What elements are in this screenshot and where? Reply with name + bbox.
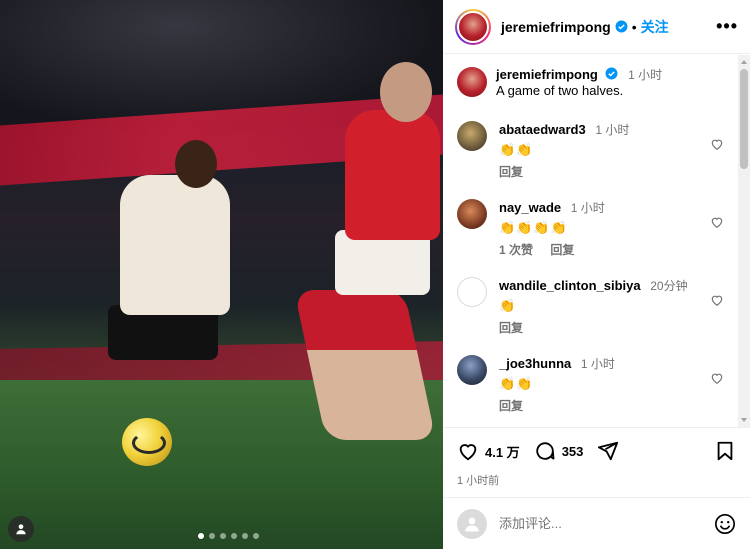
- commenter-avatar[interactable]: [457, 277, 487, 307]
- player-left: [120, 175, 230, 315]
- comment-like-icon[interactable]: [710, 215, 724, 229]
- player-left-head: [175, 140, 217, 188]
- reply-button[interactable]: 回复: [499, 165, 523, 179]
- football: [122, 418, 172, 466]
- comment-item: wandile_clinton_sibiya 20分钟 👏 回复: [457, 277, 724, 355]
- add-comment-bar: [443, 497, 750, 549]
- follow-button[interactable]: 关注: [641, 17, 669, 37]
- comment-username[interactable]: wandile_clinton_sibiya: [499, 278, 641, 293]
- post-header: jeremiefrimpong • 关注 •••: [443, 0, 750, 54]
- comment-item: abataedward3 1 小时 👏👏 回复: [457, 121, 724, 199]
- comment-time: 1 小时: [595, 123, 630, 137]
- carousel-dot: [198, 533, 204, 539]
- like-heart-icon[interactable]: [457, 440, 479, 462]
- post-caption: jeremiefrimpong 1 小时 A game of two halve…: [457, 55, 724, 121]
- likes-count[interactable]: 4.1 万: [485, 442, 520, 461]
- caption-username[interactable]: jeremiefrimpong: [496, 67, 598, 82]
- commenter-avatar[interactable]: [457, 355, 487, 385]
- comment-item: nay_wade 1 小时 👏👏👏👏 1 次赞 回复: [457, 199, 724, 277]
- comment-bubble-icon[interactable]: [534, 440, 556, 462]
- user-icon: [465, 517, 479, 531]
- scrollbar-thumb[interactable]: [740, 69, 748, 169]
- current-user-avatar: [457, 508, 487, 539]
- carousel-dot: [209, 533, 215, 539]
- share-send-icon[interactable]: [597, 440, 619, 462]
- comment-likes-count[interactable]: 1 次赞: [499, 243, 533, 257]
- comments-scrollbar[interactable]: [738, 55, 750, 427]
- post-time: 1 小时前: [457, 475, 500, 487]
- bookmark-icon[interactable]: [714, 440, 736, 462]
- tagged-users-button[interactable]: [8, 516, 34, 542]
- player-right: [345, 110, 440, 240]
- verified-badge-icon: [615, 20, 628, 33]
- post-photo[interactable]: [0, 0, 443, 549]
- user-icon: [16, 524, 26, 535]
- scroll-up-icon[interactable]: [741, 60, 747, 64]
- carousel-dot: [253, 533, 259, 539]
- comment-input[interactable]: [499, 516, 699, 531]
- post-actions: 4.1 万 353 1 小时前: [443, 427, 750, 497]
- comment-username[interactable]: nay_wade: [499, 200, 561, 215]
- caption-time: 1 小时: [628, 68, 663, 82]
- scroll-down-icon[interactable]: [741, 418, 747, 422]
- author-avatar[interactable]: [455, 8, 491, 45]
- emoji-picker-icon[interactable]: [714, 513, 736, 535]
- comment-time: 20分钟: [650, 279, 688, 293]
- verified-badge-icon: [606, 67, 618, 80]
- player-right-head: [380, 62, 432, 122]
- commenter-avatar[interactable]: [457, 199, 487, 229]
- more-options-icon[interactable]: •••: [716, 16, 738, 37]
- comment-text: 👏: [499, 298, 517, 313]
- carousel-dot: [220, 533, 226, 539]
- reply-button[interactable]: 回复: [499, 399, 523, 413]
- comment-username[interactable]: _joe3hunna: [499, 356, 571, 371]
- carousel-dot: [231, 533, 237, 539]
- comment-text: 👏👏: [499, 142, 534, 157]
- post-sidebar: jeremiefrimpong • 关注 ••• jeremiefrimpong…: [443, 0, 750, 549]
- comment-item: _joe3hunna 1 小时 👏👏 回复: [457, 355, 724, 427]
- carousel-indicator: [198, 533, 259, 539]
- comment-time: 1 小时: [580, 357, 615, 371]
- reply-button[interactable]: 回复: [550, 243, 574, 257]
- comments-count[interactable]: 353: [562, 444, 584, 459]
- commenter-avatar[interactable]: [457, 121, 487, 151]
- reply-button[interactable]: 回复: [499, 321, 523, 335]
- comment-username[interactable]: abataedward3: [499, 122, 586, 137]
- comment-like-icon[interactable]: [710, 137, 724, 151]
- caption-text: A game of two halves.: [496, 83, 624, 98]
- comment-like-icon[interactable]: [710, 371, 724, 385]
- comment-text: 👏👏👏👏: [499, 220, 568, 235]
- comment-time: 1 小时: [570, 201, 605, 215]
- author-avatar-small[interactable]: [457, 67, 487, 97]
- carousel-dot: [242, 533, 248, 539]
- comment-text: 👏👏: [499, 376, 534, 391]
- author-username[interactable]: jeremiefrimpong: [501, 19, 611, 35]
- comment-like-icon[interactable]: [710, 293, 724, 307]
- comments-list: jeremiefrimpong 1 小时 A game of two halve…: [443, 55, 738, 427]
